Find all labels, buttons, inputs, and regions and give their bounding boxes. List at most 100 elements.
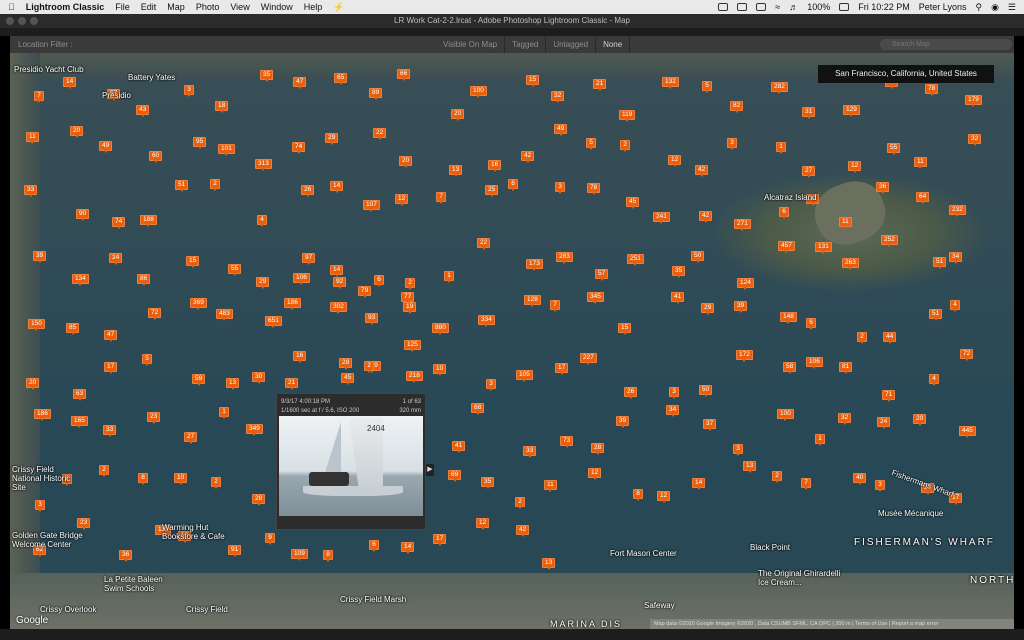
photo-pin[interactable]: 188: [140, 215, 157, 227]
photo-pin[interactable]: 36: [119, 550, 133, 562]
photo-pin[interactable]: 11: [839, 217, 852, 229]
photo-pin[interactable]: 12: [668, 155, 682, 167]
photo-pin[interactable]: 28: [339, 358, 353, 370]
photo-pin[interactable]: 107: [363, 200, 380, 212]
volume-icon[interactable]: ♬: [789, 0, 798, 14]
photo-pin[interactable]: 7: [801, 478, 811, 490]
photo-pin[interactable]: 32: [551, 91, 565, 103]
photo-pin[interactable]: 106: [806, 357, 823, 369]
photo-pin[interactable]: 23: [77, 518, 91, 530]
filter-none[interactable]: None: [596, 36, 631, 53]
photo-pin[interactable]: 77: [401, 292, 415, 304]
photo-pin[interactable]: 3: [669, 387, 679, 399]
photo-pin[interactable]: 44: [883, 332, 897, 344]
photo-pin[interactable]: 47: [104, 330, 118, 342]
photo-pin[interactable]: 218: [406, 371, 423, 383]
photo-pin[interactable]: 34: [949, 252, 963, 264]
filter-visible-on-map[interactable]: Visible On Map: [436, 36, 506, 53]
photo-pin[interactable]: 124: [737, 278, 754, 290]
photo-pin[interactable]: 10: [174, 473, 188, 485]
photo-pin[interactable]: 2: [364, 361, 374, 373]
photo-pin[interactable]: 483: [216, 309, 233, 321]
photo-pin[interactable]: 33: [523, 446, 537, 458]
filter-untagged[interactable]: Untagged: [546, 36, 597, 53]
photo-pin[interactable]: 2: [515, 497, 525, 509]
app-menu[interactable]: Lightroom Classic: [26, 0, 105, 14]
menu-file[interactable]: File: [115, 0, 130, 14]
close-window-button[interactable]: [6, 17, 14, 25]
photo-pin[interactable]: 12: [588, 468, 602, 480]
photo-pin[interactable]: 28: [252, 494, 266, 506]
photo-pin[interactable]: 105: [516, 370, 533, 382]
photo-pin[interactable]: 29: [701, 303, 715, 315]
photo-pin[interactable]: 65: [334, 73, 348, 85]
photo-pin[interactable]: 41: [671, 292, 685, 304]
status-icon[interactable]: [756, 3, 767, 11]
photo-pin[interactable]: 60: [149, 151, 163, 163]
photo-pin[interactable]: 13: [743, 461, 757, 473]
photo-pin[interactable]: 17: [433, 534, 447, 546]
wifi-icon[interactable]: ≈: [775, 0, 780, 14]
photo-pin[interactable]: 51: [933, 257, 947, 269]
photo-pin[interactable]: 41: [452, 441, 466, 453]
photo-pin[interactable]: 241: [653, 212, 670, 224]
photo-pin[interactable]: 68: [471, 403, 485, 415]
photo-pin[interactable]: 72: [148, 308, 162, 320]
photo-pin[interactable]: 227: [580, 353, 597, 365]
photo-pin[interactable]: 101: [218, 144, 235, 156]
photo-pin[interactable]: 50: [699, 385, 713, 397]
photo-pin[interactable]: 35: [672, 266, 686, 278]
siri-icon[interactable]: ◉: [991, 0, 999, 14]
photo-pin[interactable]: 42: [521, 151, 535, 163]
photo-pin[interactable]: 283: [556, 252, 573, 264]
photo-pin[interactable]: 81: [839, 362, 853, 374]
photo-pin[interactable]: 28: [591, 443, 605, 455]
photo-pin[interactable]: 10: [433, 364, 447, 376]
photo-pin[interactable]: 49: [99, 141, 113, 153]
photo-pin[interactable]: 23: [147, 412, 161, 424]
photo-pin[interactable]: 42: [516, 525, 530, 537]
photo-pin[interactable]: 21: [285, 378, 299, 390]
photo-pin[interactable]: 63: [73, 389, 87, 401]
photo-pin[interactable]: 45: [626, 197, 640, 209]
photo-pin[interactable]: 20: [451, 109, 465, 121]
photo-pin[interactable]: 16: [293, 351, 307, 363]
zoom-window-button[interactable]: [30, 17, 38, 25]
photo-pin[interactable]: 17: [555, 363, 569, 375]
photo-pin[interactable]: 59: [192, 374, 206, 386]
photo-pin[interactable]: 3: [35, 500, 45, 512]
photo-pin[interactable]: 21: [593, 79, 607, 91]
photo-pin[interactable]: 22: [373, 128, 387, 140]
photo-pin[interactable]: 14: [401, 542, 415, 554]
photo-pin[interactable]: 95: [193, 137, 207, 149]
minimize-window-button[interactable]: [18, 17, 26, 25]
map-view[interactable]: 7 14 57 43 3 18 35 47 65 89 66 20 100 15 32 21 119 132 5 82…: [10, 53, 1014, 629]
photo-pin[interactable]: 8: [633, 489, 643, 501]
photo-pin[interactable]: 11: [914, 157, 927, 169]
photo-pin[interactable]: 39: [616, 416, 630, 428]
clock[interactable]: Fri 10:22 PM: [858, 0, 910, 14]
photo-pin[interactable]: 179: [965, 95, 982, 107]
photo-pin[interactable]: 271: [734, 219, 751, 231]
photo-pin[interactable]: 73: [560, 436, 574, 448]
photo-pin[interactable]: 5: [586, 138, 596, 150]
bottom-panel-toggle[interactable]: [0, 629, 1024, 640]
photo-pin[interactable]: 51: [175, 180, 189, 192]
photo-pin[interactable]: 2: [772, 471, 782, 483]
menu-photo[interactable]: Photo: [196, 0, 220, 14]
photo-pin[interactable]: 15: [526, 75, 540, 87]
photo-pin[interactable]: 55: [228, 264, 242, 276]
photo-pin[interactable]: 345: [587, 292, 604, 304]
photo-pin[interactable]: 42: [699, 211, 713, 223]
menu-map[interactable]: Map: [167, 0, 185, 14]
photo-pin[interactable]: 43: [136, 105, 150, 117]
photo-pin[interactable]: 93: [365, 313, 379, 325]
photo-pin[interactable]: 4: [929, 374, 939, 386]
photo-pin[interactable]: 22: [477, 238, 491, 250]
photo-thumbnail[interactable]: 2404: [279, 416, 423, 516]
photo-pin[interactable]: 15: [186, 256, 200, 268]
photo-pin[interactable]: 29: [325, 133, 339, 145]
photo-pin[interactable]: 35: [481, 477, 495, 489]
photo-pin[interactable]: 57: [595, 269, 609, 281]
photo-pin[interactable]: 3: [555, 182, 565, 194]
